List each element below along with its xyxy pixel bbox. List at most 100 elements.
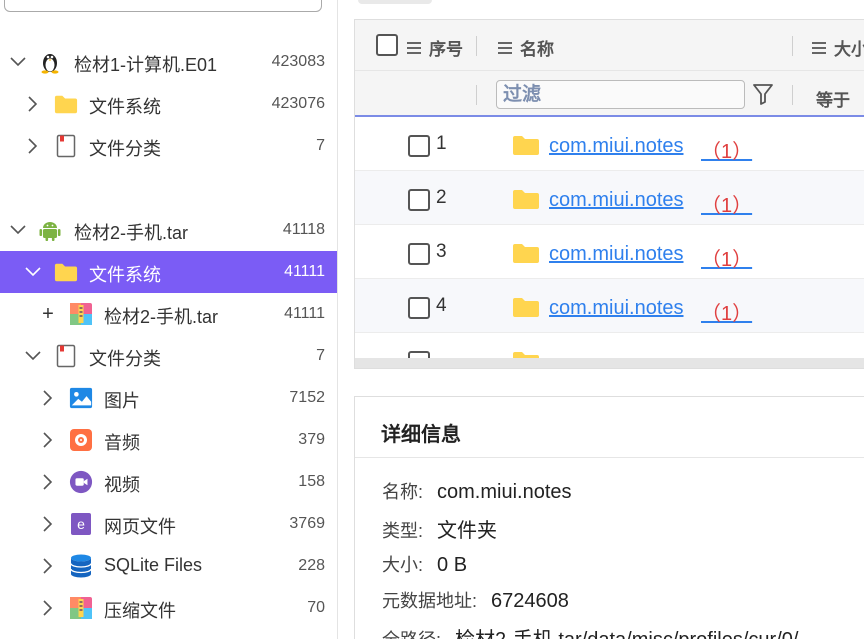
divider	[355, 457, 864, 458]
detail-key: 大小:	[382, 555, 424, 575]
column-divider	[792, 85, 793, 105]
tree-item[interactable]: 视频 158	[0, 461, 337, 503]
chevron-right-icon[interactable]	[24, 137, 42, 155]
column-header-size-label: 大小	[834, 40, 864, 59]
row-checkbox[interactable]	[408, 189, 430, 211]
list-icon	[498, 39, 512, 57]
row-child-count[interactable]: （1）	[701, 189, 752, 218]
chevron-right-icon[interactable]	[39, 599, 57, 617]
tree-item-label: 文件系统	[89, 265, 161, 285]
chevron-down-icon[interactable]	[24, 347, 42, 365]
row-name-link[interactable]: com.miui.notes	[549, 135, 684, 158]
tree-item-label: 文件分类	[89, 349, 161, 369]
tree-item[interactable]: e 网页文件 3769	[0, 503, 337, 545]
chevron-right-icon[interactable]	[39, 473, 57, 491]
table-row[interactable]: 4 com.miui.notes （1）	[355, 279, 864, 333]
archive-icon	[69, 596, 93, 620]
row-checkbox[interactable]	[408, 135, 430, 157]
webpage-icon: e	[69, 512, 93, 536]
chevron-down-icon[interactable]	[9, 53, 27, 71]
image-icon	[69, 386, 93, 410]
android-icon	[38, 218, 62, 242]
row-checkbox[interactable]	[408, 297, 430, 319]
list-icon	[812, 39, 826, 57]
column-divider[interactable]	[792, 36, 793, 56]
tree-item-label: 图片	[104, 391, 140, 411]
row-child-count[interactable]: （1）	[701, 243, 752, 272]
tree-item[interactable]: 文件分类 7	[0, 335, 337, 377]
tree-item-count: 423076	[271, 95, 325, 112]
expand-plus-icon[interactable]: +	[40, 304, 56, 324]
row-index: 4	[436, 295, 447, 316]
row-name-link[interactable]: com.miui.notes	[549, 243, 684, 266]
chevron-right-icon[interactable]	[39, 557, 57, 575]
table-row[interactable]: 2 com.miui.notes （1）	[355, 171, 864, 225]
tree-item-count: 7152	[289, 389, 325, 406]
linux-penguin-icon	[38, 50, 62, 74]
tree-item-count: 7	[316, 347, 325, 364]
chevron-right-icon[interactable]	[39, 389, 57, 407]
chevron-down-icon[interactable]	[9, 221, 27, 239]
chevron-down-icon[interactable]	[24, 263, 42, 281]
tree-item-count: 423083	[271, 53, 325, 70]
tree-item[interactable]: 图片 7152	[0, 377, 337, 419]
tree-item[interactable]: 检材1-计算机.E01 423083	[0, 41, 337, 83]
file-table: 序号 名称 大小 过滤 等于 1 com.miui.notes （1） 2 com.mi…	[354, 19, 864, 369]
detail-key: 类型:	[382, 521, 424, 541]
row-name-link[interactable]: com.miui.notes	[549, 189, 684, 212]
chevron-right-icon[interactable]	[39, 431, 57, 449]
row-index: 2	[436, 187, 447, 208]
tree-search-input[interactable]	[4, 0, 322, 12]
folder-icon	[513, 190, 539, 209]
folder-icon	[513, 136, 539, 155]
row-name-link[interactable]: com.miui.notes	[549, 297, 684, 320]
tree-item[interactable]: 文件系统 41111	[0, 251, 337, 293]
column-header-index[interactable]: 序号	[407, 35, 463, 60]
column-header-name[interactable]: 名称	[498, 35, 554, 60]
tree-item-count: 228	[298, 557, 325, 574]
tree-item-count: 41118	[282, 221, 325, 238]
horizontal-scrollbar[interactable]	[355, 358, 864, 368]
tree-item-count: 7	[316, 137, 325, 154]
detail-field: 全路径: 检材2-手机.tar/data/misc/profiles/cur/0/	[382, 623, 798, 639]
folder-icon	[54, 260, 78, 284]
name-filter-input[interactable]: 过滤	[496, 80, 745, 109]
tree-item-count: 379	[298, 431, 325, 448]
column-header-size[interactable]: 大小	[812, 35, 864, 60]
tree-item[interactable]: 音频 379	[0, 419, 337, 461]
tree-item-label: 检材2-手机.tar	[74, 223, 189, 243]
filter-operator-select[interactable]: 等于	[816, 86, 850, 111]
row-index: 1	[436, 133, 447, 154]
detail-value: 6724608	[491, 590, 569, 612]
table-row[interactable]: 3 com.miui.notes （1）	[355, 225, 864, 279]
row-checkbox[interactable]	[408, 243, 430, 265]
detail-value: 0 B	[437, 554, 468, 576]
tree-item[interactable]: + 检材2-手机.tar 41111	[0, 293, 337, 335]
tree-item-count: 41111	[284, 263, 325, 280]
select-all-checkbox[interactable]	[376, 34, 398, 56]
tree-item-label: 检材2-手机.tar	[104, 307, 219, 327]
detail-field: 元数据地址: 6724608	[382, 587, 569, 613]
filter-funnel-icon[interactable]	[752, 82, 774, 106]
video-icon	[69, 470, 93, 494]
table-tab[interactable]	[358, 0, 432, 4]
tree-item[interactable]: 检材2-手机.tar 41118	[0, 209, 337, 251]
row-child-count[interactable]: （1）	[701, 135, 752, 164]
tree-item-count: 3769	[289, 515, 325, 532]
row-child-count[interactable]: （1）	[701, 297, 752, 326]
chevron-right-icon[interactable]	[39, 515, 57, 533]
tree-item[interactable]: SQLite Files 228	[0, 545, 337, 587]
chevron-right-icon[interactable]	[24, 95, 42, 113]
detail-value: com.miui.notes	[437, 481, 572, 503]
tree-item-label: 视频	[104, 475, 140, 495]
detail-field: 类型: 文件夹	[382, 514, 497, 543]
tree-item[interactable]: 文件分类 7	[0, 125, 337, 167]
tree-item[interactable]: 文件系统 423076	[0, 83, 337, 125]
tree-item-label: 文件系统	[89, 97, 161, 117]
tree-item-label: 网页文件	[104, 517, 176, 537]
column-divider[interactable]	[476, 36, 477, 56]
tree-item[interactable]: 压缩文件 70	[0, 587, 337, 629]
table-row[interactable]: 1 com.miui.notes （1）	[355, 117, 864, 171]
tree-item-label: 检材1-计算机.E01	[74, 55, 218, 75]
folder-icon	[513, 298, 539, 317]
